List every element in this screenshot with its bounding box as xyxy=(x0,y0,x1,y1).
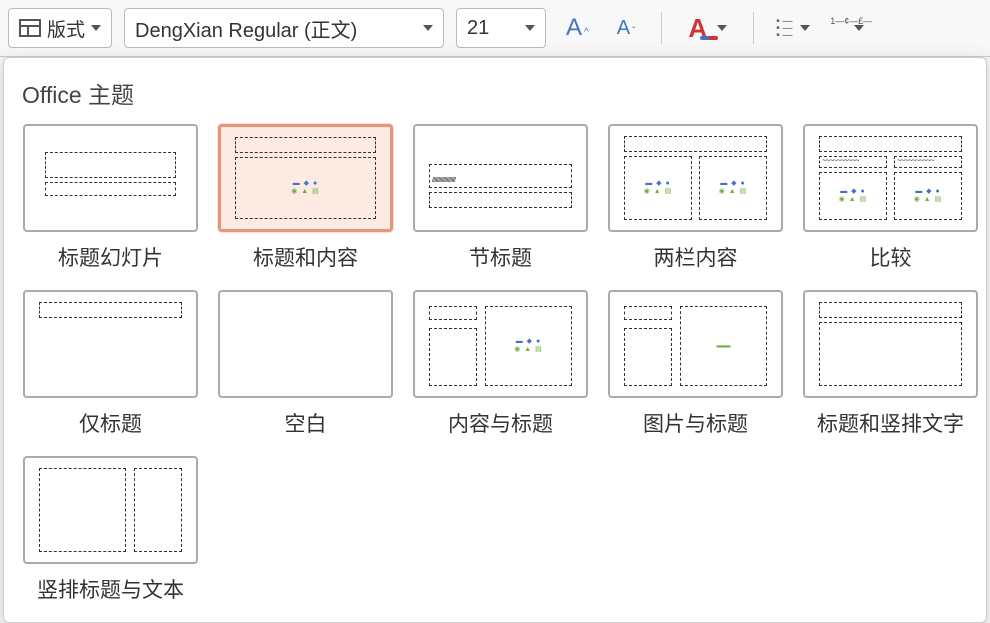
layout-label: 内容与标题 xyxy=(448,408,553,438)
content-icons: ▬ ◆ ●◉ ▲ ▤ xyxy=(514,338,543,354)
content-icons: ▬ ◆ ●◉ ▲ ▤ xyxy=(839,188,868,204)
separator xyxy=(753,12,754,44)
thumb-title-placeholder: /////////////////// xyxy=(429,164,572,188)
layout-title-content[interactable]: ▬ ◆ ● ◉ ▲ ▤ 标题和内容 xyxy=(213,124,398,272)
chevron-down-icon xyxy=(525,25,535,31)
thumb-caption-title xyxy=(624,306,672,320)
layout-dropdown-button[interactable]: 版式 xyxy=(8,8,112,48)
layout-thumbnail xyxy=(23,456,198,564)
layout-thumbnail xyxy=(803,290,978,398)
increase-font-button[interactable]: A^ xyxy=(558,10,597,46)
layout-label: 标题和竖排文字 xyxy=(817,408,964,438)
thumb-caption-text xyxy=(429,328,477,386)
thumb-title-placeholder xyxy=(819,136,962,152)
decrease-font-button[interactable]: Aˇ xyxy=(609,13,644,44)
caret-up-icon: ^ xyxy=(584,27,589,38)
thumb-vertical-text xyxy=(39,468,126,552)
layout-section-header[interactable]: /////////////////// 节标题 xyxy=(408,124,593,272)
layout-thumbnail: ~~~~~~~~~~ ~~~~~~~~~~ ▬ ◆ ●◉ ▲ ▤ ▬ ◆ ●◉ … xyxy=(803,124,978,232)
thumb-title-placeholder xyxy=(39,302,182,318)
layout-title-only[interactable]: 仅标题 xyxy=(18,290,203,438)
wavy-decoration: ~~~~~~~~~~ xyxy=(897,159,959,165)
layout-icon xyxy=(19,19,41,37)
layout-gallery-panel: Office 主题 标题幻灯片 ▬ ◆ ● ◉ ▲ ▤ xyxy=(3,57,987,623)
thumb-title-placeholder xyxy=(624,136,767,152)
content-icons: ▬ ◆ ● ◉ ▲ ▤ xyxy=(291,180,320,196)
layout-blank[interactable]: 空白 xyxy=(213,290,398,438)
numbered-icon xyxy=(830,18,852,38)
thumb-right-content: ▬ ◆ ●◉ ▲ ▤ xyxy=(699,156,767,220)
increase-font-glyph: A xyxy=(566,14,582,42)
bullets-icon xyxy=(776,18,798,38)
thumb-title-placeholder xyxy=(235,137,376,153)
thumb-left-content: ▬ ◆ ●◉ ▲ ▤ xyxy=(624,156,692,220)
layout-label: 比较 xyxy=(870,242,912,272)
bulleted-list-button[interactable] xyxy=(772,14,814,42)
layout-label: 空白 xyxy=(285,408,327,438)
layout-label: 两栏内容 xyxy=(654,242,738,272)
layout-label: 竖排标题与文本 xyxy=(37,574,184,604)
thumb-right-header: ~~~~~~~~~~ xyxy=(894,156,962,168)
thumb-left-content: ▬ ◆ ●◉ ▲ ▤ xyxy=(819,172,887,220)
layout-thumbnail: /////////////////// xyxy=(413,124,588,232)
thumb-picture-placeholder: ▬▬ xyxy=(680,306,767,386)
content-icons: ▬ ◆ ●◉ ▲ ▤ xyxy=(914,188,943,204)
layout-grid: 标题幻灯片 ▬ ◆ ● ◉ ▲ ▤ 标题和内容 ////////////////… xyxy=(18,124,972,604)
layout-content-caption[interactable]: ▬ ◆ ●◉ ▲ ▤ 内容与标题 xyxy=(408,290,593,438)
chevron-down-icon xyxy=(800,25,810,31)
layout-label: 标题幻灯片 xyxy=(58,242,163,272)
wavy-decoration: ~~~~~~~~~~ xyxy=(822,159,884,165)
thumb-content-placeholder: ▬ ◆ ● ◉ ▲ ▤ xyxy=(235,157,376,219)
chevron-down-icon xyxy=(423,25,433,31)
layout-thumbnail: ▬ ◆ ● ◉ ▲ ▤ xyxy=(218,124,393,232)
thumb-text-placeholder xyxy=(429,192,572,208)
layout-label: 节标题 xyxy=(469,242,532,272)
layout-picture-caption[interactable]: ▬▬ 图片与标题 xyxy=(603,290,788,438)
thumb-right-content: ▬ ◆ ●◉ ▲ ▤ xyxy=(894,172,962,220)
separator xyxy=(661,12,662,44)
chevron-down-icon xyxy=(717,25,727,31)
layout-thumbnail xyxy=(218,290,393,398)
font-name: DengXian Regular (正文) xyxy=(135,14,357,43)
chevron-down-icon xyxy=(91,25,101,31)
layout-label: 仅标题 xyxy=(79,408,142,438)
layout-title-vertical-text[interactable]: 标题和竖排文字 xyxy=(798,290,983,438)
layout-two-content[interactable]: ▬ ◆ ●◉ ▲ ▤ ▬ ◆ ●◉ ▲ ▤ 两栏内容 xyxy=(603,124,788,272)
layout-title-slide[interactable]: 标题幻灯片 xyxy=(18,124,203,272)
hatch-decoration: /////////////////// xyxy=(432,177,569,183)
layout-thumbnail: ▬ ◆ ●◉ ▲ ▤ ▬ ◆ ●◉ ▲ ▤ xyxy=(608,124,783,232)
layout-thumbnail: ▬▬ xyxy=(608,290,783,398)
panel-title: Office 主题 xyxy=(22,76,968,110)
numbered-list-button[interactable] xyxy=(826,14,868,42)
picture-icon: ▬▬ xyxy=(717,343,731,350)
font-family-selector[interactable]: DengXian Regular (正文) xyxy=(124,8,444,48)
layout-thumbnail: ▬ ◆ ●◉ ▲ ▤ xyxy=(413,290,588,398)
thumb-content-placeholder: ▬ ◆ ●◉ ▲ ▤ xyxy=(485,306,572,386)
thumb-caption-text xyxy=(624,328,672,386)
thumb-title-placeholder xyxy=(819,302,962,318)
layout-label: 图片与标题 xyxy=(643,408,748,438)
caret-down-icon: ˇ xyxy=(632,26,635,37)
thumb-vertical-text xyxy=(819,322,962,386)
layout-label: 版式 xyxy=(47,15,85,42)
font-size-selector[interactable]: 21 xyxy=(456,8,546,48)
thumb-subtitle-placeholder xyxy=(45,182,176,196)
layout-thumbnail xyxy=(23,124,198,232)
layout-comparison[interactable]: ~~~~~~~~~~ ~~~~~~~~~~ ▬ ◆ ●◉ ▲ ▤ ▬ ◆ ●◉ … xyxy=(798,124,983,272)
layout-label: 标题和内容 xyxy=(253,242,358,272)
layout-thumbnail xyxy=(23,290,198,398)
thumb-left-header: ~~~~~~~~~~ xyxy=(819,156,887,168)
thumb-title-placeholder xyxy=(45,152,176,178)
decrease-font-glyph: A xyxy=(617,17,630,40)
thumb-caption-title xyxy=(429,306,477,320)
thumb-vertical-title xyxy=(134,468,182,552)
font-color-button[interactable]: A xyxy=(680,9,735,48)
content-icons: ▬ ◆ ●◉ ▲ ▤ xyxy=(719,180,748,196)
color-swatch-icon xyxy=(700,36,718,40)
ribbon-toolbar: 版式 DengXian Regular (正文) 21 A^ Aˇ A xyxy=(0,0,990,57)
font-size-value: 21 xyxy=(467,17,489,40)
content-icons: ▬ ◆ ●◉ ▲ ▤ xyxy=(644,180,673,196)
